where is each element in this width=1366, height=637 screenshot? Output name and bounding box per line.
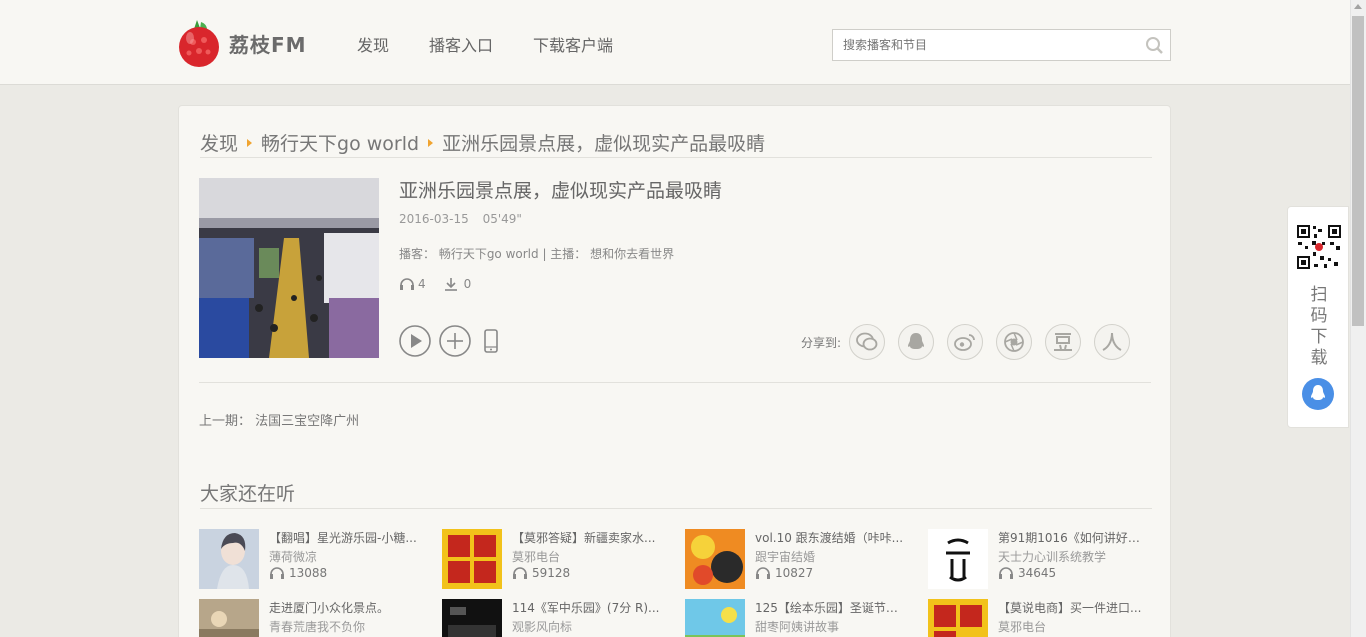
item-thumbnail: [685, 599, 745, 637]
program-meta: 2016-03-15 05'49": [399, 212, 532, 226]
headphones-icon: [513, 567, 527, 579]
previous-episode-link[interactable]: 上一期： 法国三宝空降广州: [199, 410, 359, 429]
headphones-icon: [999, 567, 1013, 579]
also-listening-heading: 大家还在听: [200, 479, 1152, 509]
breadcrumb-arrow-icon: [428, 138, 434, 147]
qq-penguin-icon: [1311, 385, 1325, 400]
headphones-icon: [400, 278, 414, 290]
section-divider: [199, 382, 1151, 383]
share-renren-button[interactable]: [1094, 324, 1131, 360]
headphones-icon: [270, 567, 284, 579]
scroll-up-arrow-icon[interactable]: [1354, 4, 1362, 9]
qr-code-icon: [1296, 224, 1342, 270]
douban-icon: [1054, 333, 1073, 351]
headphones-icon: [756, 567, 770, 579]
add-to-list-button[interactable]: [439, 325, 471, 357]
program-title: 亚洲乐园景点展，虚似现实产品最吸睛: [399, 180, 723, 202]
logo[interactable]: 荔枝FM: [177, 18, 307, 68]
list-item[interactable]: 【翻唱】星光游乐园-小糖... 薄荷微凉 13088: [199, 529, 429, 591]
share-camera-button[interactable]: [996, 324, 1033, 360]
mobile-phone-icon[interactable]: [481, 328, 501, 354]
program-duration: 05'49": [482, 212, 522, 226]
logo-text: 荔枝FM: [229, 32, 307, 57]
share-bar: 分享到:: [801, 324, 1143, 360]
list-item[interactable]: 第91期1016《如何讲好核... 天士力心训系统教学 34645: [928, 529, 1158, 591]
breadcrumb: 发现 畅行天下go world 亚洲乐园景点展，虚似现实产品最吸睛: [200, 128, 1152, 158]
item-thumbnail: [685, 529, 745, 589]
share-weibo-button[interactable]: [947, 324, 984, 360]
top-header: 荔枝FM 发现 播客入口 下载客户端: [0, 0, 1350, 85]
qq-service-button[interactable]: [1302, 378, 1334, 410]
item-thumbnail: [199, 529, 259, 589]
search-icon[interactable]: [1145, 36, 1164, 55]
search-box: [832, 29, 1171, 61]
play-button[interactable]: [399, 325, 431, 357]
share-wechat-button[interactable]: [849, 324, 886, 360]
qr-scan-text: 扫码下载: [1310, 285, 1328, 368]
program-info: 播客： 畅行天下go world | 主播： 想和你去看世界: [399, 247, 675, 261]
list-item[interactable]: 走进厦门小众化景点。 青春荒唐我不负你: [199, 599, 429, 637]
share-label: 分享到:: [801, 335, 842, 350]
list-item[interactable]: 125【绘本乐园】圣诞节的... 甜枣阿姨讲故事: [685, 599, 915, 637]
listen-count: 4: [399, 277, 426, 291]
breadcrumb-arrow-icon: [247, 138, 253, 147]
download-icon: [444, 278, 457, 291]
main-nav: 发现 播客入口 下载客户端: [357, 32, 653, 56]
program-actions: [399, 325, 501, 357]
download-count: 0: [444, 277, 471, 291]
item-thumbnail: [928, 599, 988, 637]
search-input[interactable]: [833, 30, 1133, 60]
lychee-logo-icon: [179, 20, 219, 67]
program-stats: 4 0: [399, 277, 489, 291]
breadcrumb-current: 亚洲乐园景点展，虚似现实产品最吸睛: [442, 133, 766, 155]
program-cover-image: [199, 178, 379, 358]
nav-podcaster-entry[interactable]: 播客入口: [429, 32, 493, 56]
weibo-icon: [954, 334, 975, 351]
list-item[interactable]: 【莫邪答疑】新疆卖家水... 莫邪电台 59128: [442, 529, 672, 591]
scrollbar-thumb[interactable]: [1352, 16, 1364, 326]
nav-download-client[interactable]: 下载客户端: [533, 32, 613, 56]
qr-download-panel[interactable]: 扫码下载: [1287, 206, 1349, 428]
list-item[interactable]: vol.10 跟东渡结婚（咔咔... 跟宇宙结婚 10827: [685, 529, 915, 591]
aperture-icon: [1004, 332, 1024, 352]
item-thumbnail: [442, 529, 502, 589]
item-thumbnail: [199, 599, 259, 637]
item-thumbnail: [442, 599, 502, 637]
nav-discover[interactable]: 发现: [357, 32, 389, 56]
share-qq-button[interactable]: [898, 324, 935, 360]
qq-icon: [908, 333, 925, 349]
item-thumbnail: [928, 529, 988, 589]
program-date: 2016-03-15: [399, 212, 469, 226]
list-item[interactable]: 114《军中乐园》(7分 R)... 观影风向标: [442, 599, 672, 637]
content-card: 发现 畅行天下go world 亚洲乐园景点展，虚似现实产品最吸睛 亚洲乐园景点…: [178, 105, 1171, 637]
wechat-icon: [856, 332, 878, 351]
list-item[interactable]: 【莫说电商】买一件进口... 莫邪电台: [928, 599, 1158, 637]
share-douban-button[interactable]: [1045, 324, 1082, 360]
breadcrumb-discover[interactable]: 发现: [200, 129, 238, 156]
renren-icon: [1102, 332, 1122, 351]
breadcrumb-podcast[interactable]: 畅行天下go world: [261, 129, 419, 156]
